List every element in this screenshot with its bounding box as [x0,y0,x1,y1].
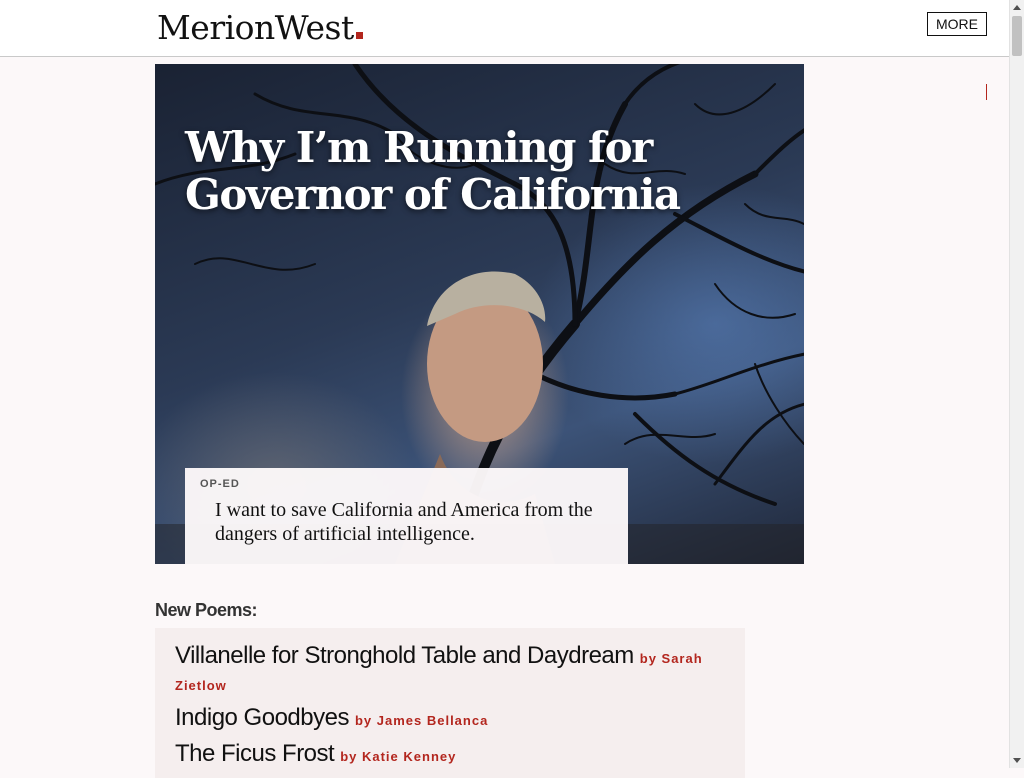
article-dek: I want to save California and America fr… [215,499,593,545]
site-logo[interactable]: MerionWest [157,6,363,50]
article-headline[interactable]: Why I’m Running for Governor of Californ… [185,124,685,218]
poem-item: Indigo Goodbyes by James Bellanca [175,704,735,734]
scroll-up-arrow-icon[interactable] [1013,5,1021,10]
poem-byline[interactable]: by James Bellanca [355,713,488,728]
poem-title-link[interactable]: Indigo Goodbyes [175,704,349,731]
scrollbar-thumb[interactable] [1012,16,1022,56]
more-menu-button[interactable]: MORE [927,12,987,36]
poem-title-link[interactable]: The Ficus Frost [175,740,335,767]
site-header: MerionWest MORE [0,0,1009,57]
article-summary-card: OP-ED I want to save California and Amer… [185,468,628,564]
poem-item: Villanelle for Stronghold Table and Dayd… [175,642,735,699]
logo-text: MerionWest [157,8,354,47]
poem-title-link[interactable]: Villanelle for Stronghold Table and Dayd… [175,642,634,669]
poems-list: Villanelle for Stronghold Table and Dayd… [155,628,745,778]
poems-section-heading: New Poems: [155,600,258,620]
poem-byline[interactable]: by Katie Kenney [340,749,456,764]
scroll-down-arrow-icon[interactable] [1013,758,1021,763]
vertical-scrollbar[interactable] [1009,0,1024,768]
poem-item: The Ficus Frost by Katie Kenney [175,740,735,770]
featured-article[interactable]: Why I’m Running for Governor of Californ… [155,64,804,564]
accent-line [986,84,987,100]
logo-dot-icon [355,32,363,39]
article-category[interactable]: OP-ED [200,478,240,490]
